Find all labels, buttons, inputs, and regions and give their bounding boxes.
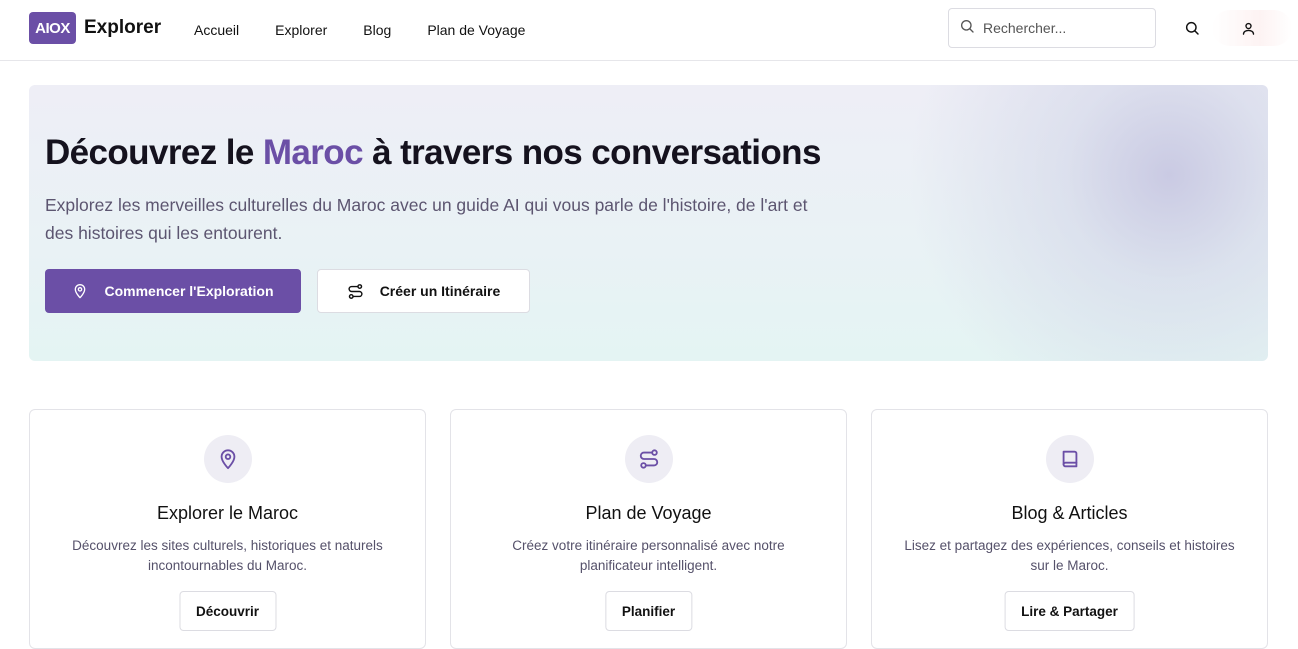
search-icon[interactable] xyxy=(1182,18,1202,38)
logo-text: Explorer xyxy=(84,17,162,38)
book-icon xyxy=(1045,435,1094,483)
card-blog: Blog & Articles Lisez et partagez des ex… xyxy=(871,409,1268,649)
nav-blog[interactable]: Blog xyxy=(363,22,391,38)
hero-title-end: à travers nos conversations xyxy=(362,133,821,172)
hero-title-start: Découvrez le xyxy=(45,133,263,172)
hero-title: Découvrez le Maroc à travers nos convers… xyxy=(45,133,821,173)
card-title: Blog & Articles xyxy=(1011,503,1128,523)
nav-explorer[interactable]: Explorer xyxy=(275,22,327,38)
card-description: Lisez et partagez des expériences, conse… xyxy=(904,538,1235,573)
search-input[interactable] xyxy=(983,20,1143,36)
plan-button[interactable]: Planifier xyxy=(604,591,693,631)
discover-button[interactable]: Découvrir xyxy=(178,591,277,631)
card-description: Découvrez les sites culturels, historiqu… xyxy=(72,538,383,573)
card-title: Plan de Voyage xyxy=(585,503,712,523)
card-description: Créez votre itinéraire personnalisé avec… xyxy=(512,538,785,573)
user-icon[interactable] xyxy=(1238,18,1258,38)
main-nav: Accueil Explorer Blog Plan de Voyage xyxy=(194,0,561,60)
map-pin-icon xyxy=(203,435,252,483)
hero-section: Découvrez le Maroc à travers nos convers… xyxy=(29,85,1268,361)
top-navbar: AIOX Explorer Accueil Explorer Blog Plan… xyxy=(0,0,1298,61)
create-itinerary-button[interactable]: Créer un Itinéraire xyxy=(317,269,530,313)
logo[interactable]: AIOX Explorer xyxy=(29,12,161,44)
map-pin-icon xyxy=(75,284,86,299)
start-exploration-button[interactable]: Commencer l'Exploration xyxy=(45,269,301,313)
nav-accueil[interactable]: Accueil xyxy=(194,22,239,38)
logo-badge: AIOX xyxy=(29,12,76,44)
card-title: Explorer le Maroc xyxy=(156,503,299,523)
search-field-icon xyxy=(959,18,975,39)
card-explorer: Explorer le Maroc Découvrez les sites cu… xyxy=(29,409,426,649)
route-icon xyxy=(348,283,363,299)
nav-plan-de-voyage[interactable]: Plan de Voyage xyxy=(427,22,525,38)
route-icon xyxy=(624,435,673,483)
card-plan-voyage: Plan de Voyage Créez votre itinéraire pe… xyxy=(450,409,847,649)
start-exploration-label: Commencer l'Exploration xyxy=(104,283,274,299)
create-itinerary-label: Créer un Itinéraire xyxy=(379,283,501,299)
hero-title-accent: Maroc xyxy=(262,133,364,172)
read-share-button[interactable]: Lire & Partager xyxy=(1004,591,1135,631)
search-box[interactable] xyxy=(948,8,1156,48)
hero-subtitle: Explorez les merveilles culturelles du M… xyxy=(45,195,808,243)
